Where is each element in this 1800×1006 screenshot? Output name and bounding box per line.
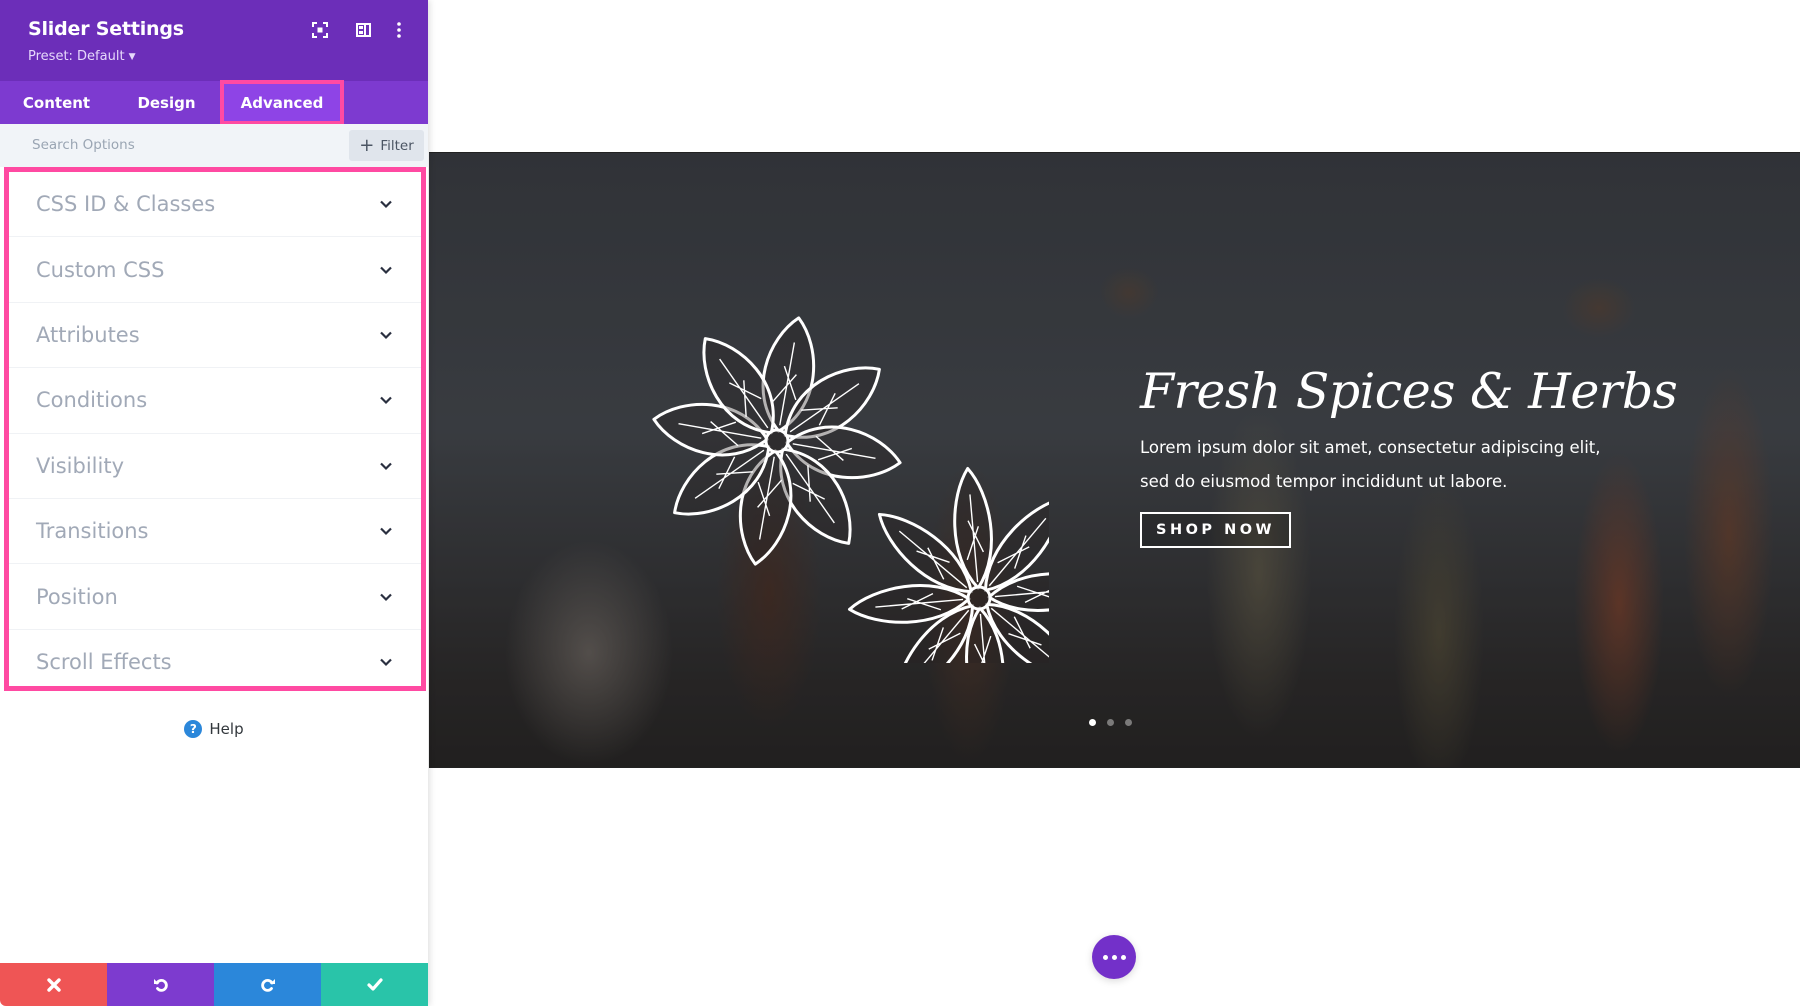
help-label: Help [209, 720, 244, 738]
close-icon [46, 977, 61, 992]
option-groups: CSS ID & Classes Custom CSS Attributes C… [4, 167, 426, 691]
more-vertical-icon[interactable] [389, 20, 409, 40]
chevron-down-icon [380, 527, 392, 536]
slide-dot[interactable] [1107, 719, 1114, 726]
slide-caption: Fresh Spices & Herbs Lorem ipsum dolor s… [1140, 363, 1678, 548]
dot [1102, 954, 1108, 960]
chevron-down-icon [380, 593, 392, 601]
plus-icon: + [359, 134, 375, 156]
group-custom-css[interactable]: Custom CSS [9, 237, 421, 303]
chevron-down-icon [380, 397, 392, 405]
group-label: CSS ID & Classes [36, 192, 216, 217]
chevron-down-icon [380, 200, 392, 209]
shop-now-button[interactable]: SHOP NOW [1140, 512, 1292, 548]
split-view-icon[interactable] [353, 20, 373, 40]
preset-dropdown[interactable]: Preset: Default ▼ [28, 49, 135, 64]
dot [1120, 954, 1126, 960]
tab-advanced[interactable]: Advanced [220, 80, 344, 125]
slide-heading: Fresh Spices & Herbs [1140, 363, 1678, 420]
slide-body-line: sed do eiusmod tempor incididunt ut labo… [1140, 472, 1508, 491]
group-visibility[interactable]: Visibility [9, 434, 421, 499]
slide-dot[interactable] [1089, 719, 1096, 726]
more-options-button[interactable] [1092, 935, 1136, 979]
filter-button[interactable]: + Filter [349, 130, 424, 161]
chevron-down-icon [380, 659, 392, 667]
group-label: Visibility [36, 453, 125, 478]
slide-pagination [1089, 719, 1132, 726]
slide-body-line: Lorem ipsum dolor sit amet, consectetur … [1140, 438, 1601, 457]
caret-down-icon: ▼ [128, 52, 136, 62]
dot [1111, 954, 1117, 960]
check-icon [366, 978, 383, 991]
star-anise-illustration [652, 316, 1049, 663]
focus-mode-icon[interactable] [310, 20, 330, 40]
tab-content[interactable]: Content [0, 81, 113, 124]
tab-design[interactable]: Design [113, 81, 220, 124]
settings-panel: Slider Settings Preset: Default ▼ Content… [0, 0, 428, 1006]
group-attributes[interactable]: Attributes [9, 303, 421, 369]
group-label: Conditions [36, 388, 148, 413]
help-link[interactable]: ? Help [0, 720, 428, 738]
group-label: Custom CSS [36, 257, 165, 282]
action-bar [0, 963, 428, 1006]
redo-button[interactable] [214, 963, 321, 1006]
slide-dot[interactable] [1125, 719, 1132, 726]
filter-label: Filter [380, 137, 414, 154]
undo-icon [153, 978, 168, 992]
panel-tabs: Content Design Advanced [0, 80, 428, 125]
group-label: Transitions [36, 519, 149, 544]
discard-button[interactable] [0, 963, 107, 1006]
group-css-id-classes[interactable]: CSS ID & Classes [9, 172, 421, 238]
group-label: Scroll Effects [36, 650, 172, 675]
group-conditions[interactable]: Conditions [9, 368, 421, 434]
group-label: Position [36, 584, 118, 609]
search-input[interactable]: Search Options [32, 137, 135, 153]
slider-module[interactable]: Fresh Spices & Herbs Lorem ipsum dolor s… [429, 152, 1800, 768]
panel-header: Slider Settings Preset: Default ▼ [0, 0, 428, 81]
chevron-down-icon [380, 462, 392, 470]
preset-label: Preset: Default [28, 49, 125, 64]
help-icon: ? [184, 720, 203, 738]
search-bar: Search Options + Filter [0, 124, 428, 167]
chevron-down-icon [380, 331, 392, 340]
undo-button[interactable] [107, 963, 214, 1006]
group-transitions[interactable]: Transitions [9, 499, 421, 565]
slide-body: Lorem ipsum dolor sit amet, consectetur … [1140, 431, 1610, 499]
chevron-down-icon [380, 266, 392, 274]
group-position[interactable]: Position [9, 564, 421, 630]
panel-title: Slider Settings [28, 18, 184, 40]
redo-icon [260, 978, 275, 992]
group-scroll-effects[interactable]: Scroll Effects [9, 630, 421, 695]
save-button[interactable] [321, 963, 428, 1006]
group-label: Attributes [36, 322, 140, 347]
